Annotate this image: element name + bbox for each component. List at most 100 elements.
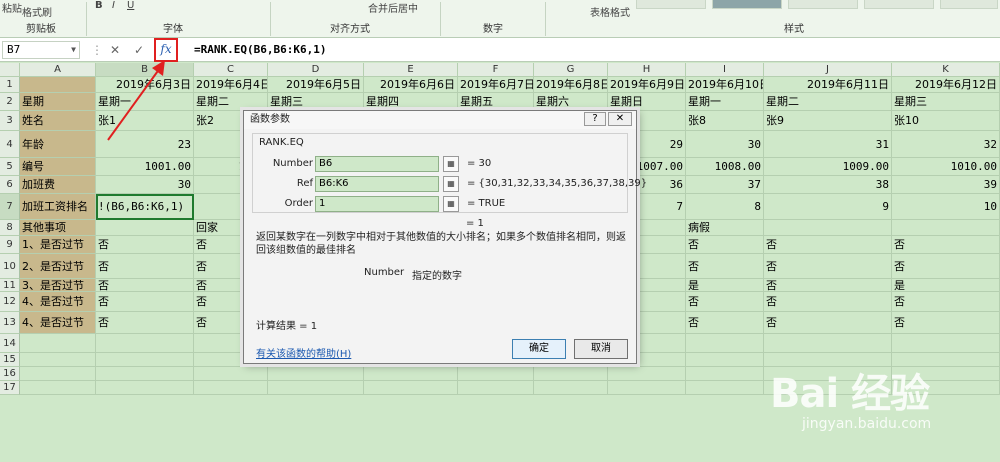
format-painter-button[interactable]: 格式刷 <box>22 4 52 19</box>
ok-button[interactable]: 确定 <box>512 339 566 359</box>
cell-f17[interactable] <box>458 381 534 395</box>
cell-b10[interactable]: 否 <box>96 254 194 279</box>
cell-k13[interactable]: 否 <box>892 312 1000 334</box>
cell-a14[interactable] <box>20 334 96 353</box>
column-header-a[interactable]: A <box>20 63 96 77</box>
row-header-10[interactable]: 10 <box>0 254 20 279</box>
cell-j1[interactable]: 2019年6月11日 <box>764 77 892 93</box>
function-help-link[interactable]: 有关该函数的帮助(H) <box>256 345 351 360</box>
chevron-down-icon[interactable]: ▼ <box>71 42 76 58</box>
cell-k5[interactable]: 1010.00 <box>892 158 1000 176</box>
cell-c17[interactable] <box>194 381 268 395</box>
select-all-corner[interactable] <box>0 63 20 77</box>
cell-g1[interactable]: 2019年6月8日 <box>534 77 608 93</box>
style-normal[interactable] <box>636 0 706 9</box>
cell-f2[interactable]: 星期五 <box>458 93 534 111</box>
cell-c1[interactable]: 2019年6月4日 <box>194 77 268 93</box>
cell-b9[interactable]: 否 <box>96 236 194 254</box>
italic-button[interactable]: I <box>112 0 115 11</box>
cell-b15[interactable] <box>96 353 194 367</box>
cell-j3[interactable]: 张9 <box>764 111 892 131</box>
formula-input[interactable]: =RANK.EQ(B6,B6:K6,1) <box>194 41 326 59</box>
column-header-g[interactable]: G <box>534 63 608 77</box>
cell-b2[interactable]: 星期一 <box>96 93 194 111</box>
cell-h16[interactable] <box>608 367 686 381</box>
row-header-1[interactable]: 1 <box>0 77 20 93</box>
column-header-j[interactable]: J <box>764 63 892 77</box>
help-icon[interactable]: ? <box>584 112 606 126</box>
cell-g17[interactable] <box>534 381 608 395</box>
cell-a6[interactable]: 加班费 <box>20 176 96 194</box>
row-header-5[interactable]: 5 <box>0 158 20 176</box>
cell-h2[interactable]: 星期日 <box>608 93 686 111</box>
cell-g2[interactable]: 星期六 <box>534 93 608 111</box>
collapse-dialog-icon[interactable]: ▦ <box>443 176 459 192</box>
row-header-3[interactable]: 3 <box>0 111 20 131</box>
cell-i14[interactable] <box>686 334 764 353</box>
cell-i9[interactable]: 否 <box>686 236 764 254</box>
cell-a2[interactable]: 星期 <box>20 93 96 111</box>
cell-b4[interactable]: 23 <box>96 131 194 158</box>
cell-a5[interactable]: 编号 <box>20 158 96 176</box>
cancel-icon[interactable]: ✕ <box>106 41 124 59</box>
cell-d1[interactable]: 2019年6月5日 <box>268 77 364 93</box>
cell-i6[interactable]: 37 <box>686 176 764 194</box>
cell-d17[interactable] <box>268 381 364 395</box>
cell-f16[interactable] <box>458 367 534 381</box>
cancel-button[interactable]: 取消 <box>574 339 628 359</box>
cell-a8[interactable]: 其他事项 <box>20 220 96 236</box>
cell-i2[interactable]: 星期一 <box>686 93 764 111</box>
cell-j4[interactable]: 31 <box>764 131 892 158</box>
cell-e16[interactable] <box>364 367 458 381</box>
paste-button[interactable]: 粘贴 <box>2 0 22 15</box>
row-header-12[interactable]: 12 <box>0 292 20 312</box>
row-header-16[interactable]: 16 <box>0 367 20 381</box>
cell-a17[interactable] <box>20 381 96 395</box>
cell-e17[interactable] <box>364 381 458 395</box>
cell-k15[interactable] <box>892 353 1000 367</box>
cell-j10[interactable]: 否 <box>764 254 892 279</box>
row-header-17[interactable]: 17 <box>0 381 20 395</box>
cell-j15[interactable] <box>764 353 892 367</box>
cell-k11[interactable]: 是 <box>892 279 1000 292</box>
cell-i12[interactable]: 否 <box>686 292 764 312</box>
column-header-i[interactable]: I <box>686 63 764 77</box>
cell-a1[interactable] <box>20 77 96 93</box>
row-header-11[interactable]: 11 <box>0 279 20 292</box>
row-header-9[interactable]: 9 <box>0 236 20 254</box>
cell-k1[interactable]: 2019年6月12日 <box>892 77 1000 93</box>
insert-function-button[interactable]: fx <box>154 38 178 62</box>
cell-j6[interactable]: 38 <box>764 176 892 194</box>
name-box[interactable]: B7 ▼ <box>2 41 80 59</box>
cell-h17[interactable] <box>608 381 686 395</box>
column-header-d[interactable]: D <box>268 63 364 77</box>
row-header-14[interactable]: 14 <box>0 334 20 353</box>
column-header-b[interactable]: B <box>96 63 194 77</box>
cell-k12[interactable]: 否 <box>892 292 1000 312</box>
cell-i4[interactable]: 30 <box>686 131 764 158</box>
cell-e1[interactable]: 2019年6月6日 <box>364 77 458 93</box>
close-icon[interactable]: ✕ <box>608 112 632 126</box>
cell-j7[interactable]: 9 <box>764 194 892 220</box>
collapse-dialog-icon[interactable]: ▦ <box>443 156 459 172</box>
cell-d16[interactable] <box>268 367 364 381</box>
cell-k9[interactable]: 否 <box>892 236 1000 254</box>
cell-a11[interactable]: 3、是否过节 <box>20 279 96 292</box>
cell-i8[interactable]: 病假 <box>686 220 764 236</box>
cell-b11[interactable]: 否 <box>96 279 194 292</box>
cell-i13[interactable]: 否 <box>686 312 764 334</box>
cell-b6[interactable]: 30 <box>96 176 194 194</box>
row-header-2[interactable]: 2 <box>0 93 20 111</box>
cell-k10[interactable]: 否 <box>892 254 1000 279</box>
cell-f1[interactable]: 2019年6月7日 <box>458 77 534 93</box>
cell-b16[interactable] <box>96 367 194 381</box>
cell-b8[interactable] <box>96 220 194 236</box>
collapse-dialog-icon[interactable]: ▦ <box>443 196 459 212</box>
cell-k8[interactable] <box>892 220 1000 236</box>
cell-k2[interactable]: 星期三 <box>892 93 1000 111</box>
row-header-6[interactable]: 6 <box>0 176 20 194</box>
row-header-8[interactable]: 8 <box>0 220 20 236</box>
cell-a9[interactable]: 1、是否过节 <box>20 236 96 254</box>
cell-k4[interactable]: 32 <box>892 131 1000 158</box>
column-header-h[interactable]: H <box>608 63 686 77</box>
